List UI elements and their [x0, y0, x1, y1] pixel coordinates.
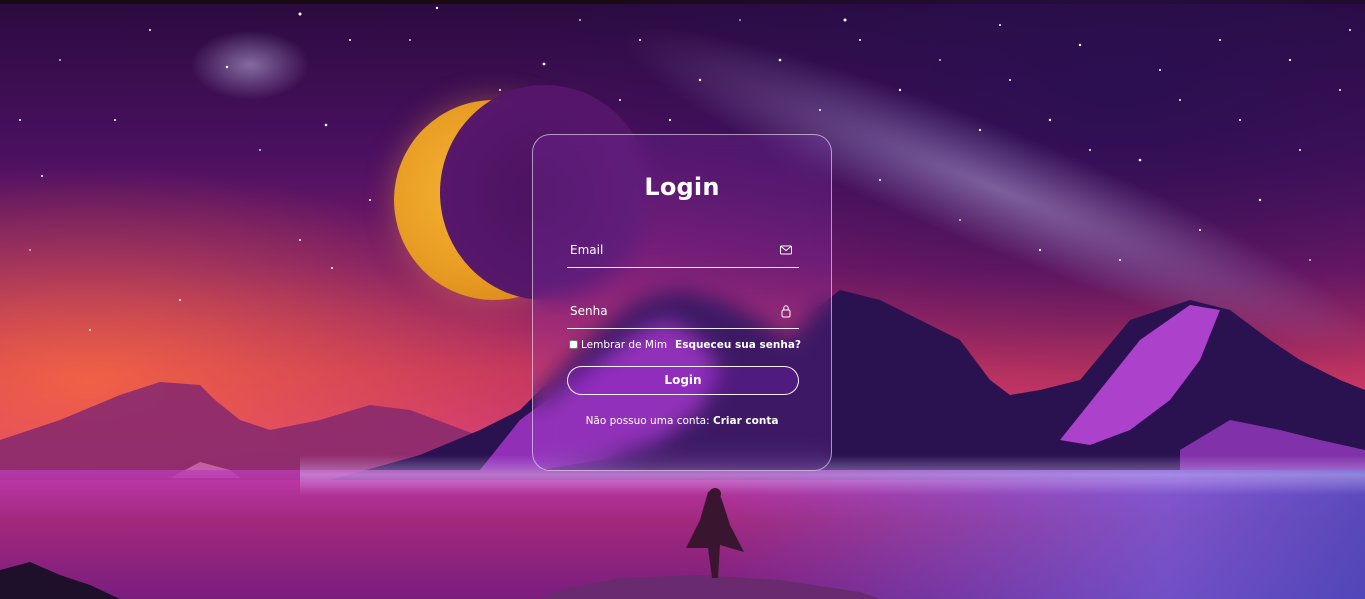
register-row: Não possuo uma conta: Criar conta [533, 415, 831, 427]
forgot-password-link[interactable]: Esqueceu sua senha? [675, 339, 801, 351]
create-account-link[interactable]: Criar conta [713, 415, 778, 427]
remember-label: Lembrar de Mim [581, 339, 668, 351]
register-prompt: Não possuo uma conta: [585, 415, 713, 427]
login-button[interactable]: Login [567, 366, 799, 395]
password-input[interactable] [567, 296, 770, 326]
email-input[interactable] [567, 235, 770, 265]
remember-row: Lembrar de Mim Esqueceu sua senha? [569, 339, 801, 353]
password-field-wrapper [567, 296, 799, 329]
login-card: Login Lembrar de Mim Esqueceu sua senha?… [532, 134, 832, 471]
email-field-wrapper [567, 235, 799, 268]
lock-icon [781, 305, 791, 318]
mail-icon [780, 245, 792, 255]
login-title: Login [644, 173, 720, 201]
remember-checkbox[interactable] [569, 340, 578, 349]
figure-silhouette [686, 488, 744, 578]
background-scene: Login Lembrar de Mim Esqueceu sua senha?… [0, 0, 1365, 599]
